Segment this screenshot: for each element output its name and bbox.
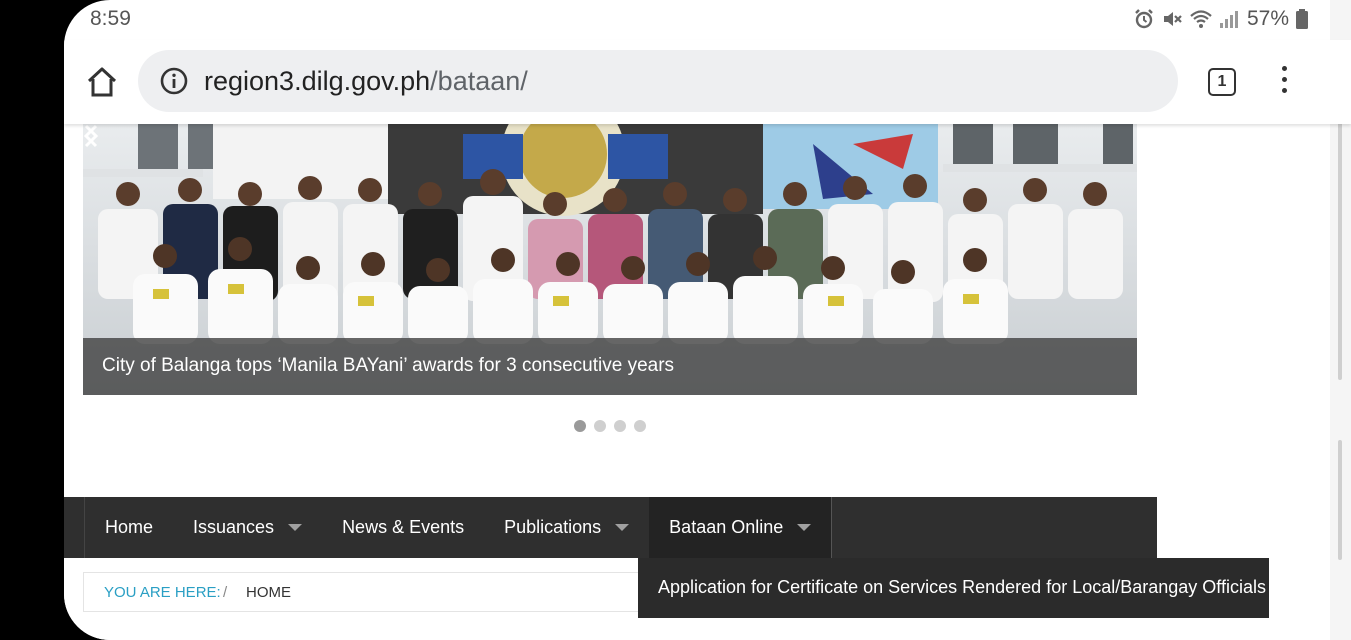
- url-path: /bataan/: [430, 66, 528, 96]
- battery-icon: [1296, 9, 1308, 29]
- nav-item-publications[interactable]: Publications: [484, 497, 649, 558]
- phone-screen: 8:59 57% region3.dilg.gov.ph/bataan/ 1 C…: [64, 0, 1351, 640]
- caret-down-icon: [615, 524, 630, 531]
- wifi-icon: [1190, 10, 1212, 28]
- slide-caption-bar[interactable]: City of Balanga tops ‘Manila BAYani’ awa…: [83, 338, 1137, 395]
- image-slider[interactable]: City of Balanga tops ‘Manila BAYani’ awa…: [83, 124, 1137, 395]
- nav-item-label: News & Events: [342, 517, 465, 537]
- slider-dot-2[interactable]: [594, 420, 606, 432]
- scrollbar-thumb[interactable]: [1338, 80, 1342, 380]
- battery-percent: 57%: [1246, 7, 1289, 30]
- url-host: region3.dilg.gov.ph: [204, 66, 431, 96]
- tab-switcher-button[interactable]: 1: [1208, 68, 1236, 96]
- nav-item-news-events[interactable]: News & Events: [322, 497, 484, 558]
- url-text[interactable]: region3.dilg.gov.ph/bataan/: [204, 66, 528, 97]
- nav-item-home[interactable]: Home: [85, 497, 173, 558]
- signal-icon: [1219, 11, 1238, 28]
- alarm-icon: [1135, 9, 1153, 29]
- device-frame: 8:59 57% region3.dilg.gov.ph/bataan/ 1 C…: [0, 0, 1351, 640]
- dropdown-item-certificate[interactable]: Application for Certificate on Services …: [658, 577, 1266, 598]
- nav-item-label: Issuances: [193, 517, 275, 537]
- status-time: 8:59: [90, 7, 131, 30]
- nav-item-issuances[interactable]: Issuances: [173, 497, 322, 558]
- slider-dot-1[interactable]: [574, 420, 586, 432]
- breadcrumb-current: HOME: [246, 584, 291, 601]
- main-nav: Home Issuances News & Events Publication…: [64, 497, 1157, 558]
- breadcrumb: YOU ARE HERE: / HOME: [83, 572, 643, 612]
- slider-next-icon[interactable]: [83, 124, 99, 148]
- info-icon[interactable]: [160, 67, 188, 95]
- slider-dot-3[interactable]: [614, 420, 626, 432]
- nav-item-label: Publications: [504, 517, 602, 537]
- nav-item-label: Home: [105, 517, 154, 537]
- bataan-online-dropdown: Application for Certificate on Services …: [638, 558, 1269, 618]
- breadcrumb-separator: /: [223, 584, 228, 601]
- web-page: City of Balanga tops ‘Manila BAYani’ awa…: [64, 124, 1351, 640]
- browser-toolbar: region3.dilg.gov.ph/bataan/ 1: [64, 40, 1351, 124]
- caret-down-icon: [797, 524, 812, 531]
- slider-dot-4[interactable]: [634, 420, 646, 432]
- scrollbar-thumb-lower[interactable]: [1338, 440, 1342, 560]
- slide-caption[interactable]: City of Balanga tops ‘Manila BAYani’ awa…: [102, 355, 674, 377]
- caret-down-icon: [288, 524, 303, 531]
- breadcrumb-label: YOU ARE HERE:: [104, 584, 221, 601]
- nav-item-bataan-online[interactable]: Bataan Online: [649, 497, 833, 558]
- nav-item-label: Bataan Online: [669, 517, 784, 537]
- status-bar: 8:59 57%: [64, 0, 1351, 40]
- mute-icon: [1163, 12, 1182, 26]
- slider-dots: [574, 420, 646, 432]
- status-icons: 57%: [1133, 6, 1309, 32]
- url-bar[interactable]: region3.dilg.gov.ph/bataan/: [138, 50, 1178, 112]
- home-button[interactable]: [84, 64, 120, 100]
- home-icon: [87, 67, 117, 97]
- overflow-menu-icon[interactable]: [1274, 66, 1294, 96]
